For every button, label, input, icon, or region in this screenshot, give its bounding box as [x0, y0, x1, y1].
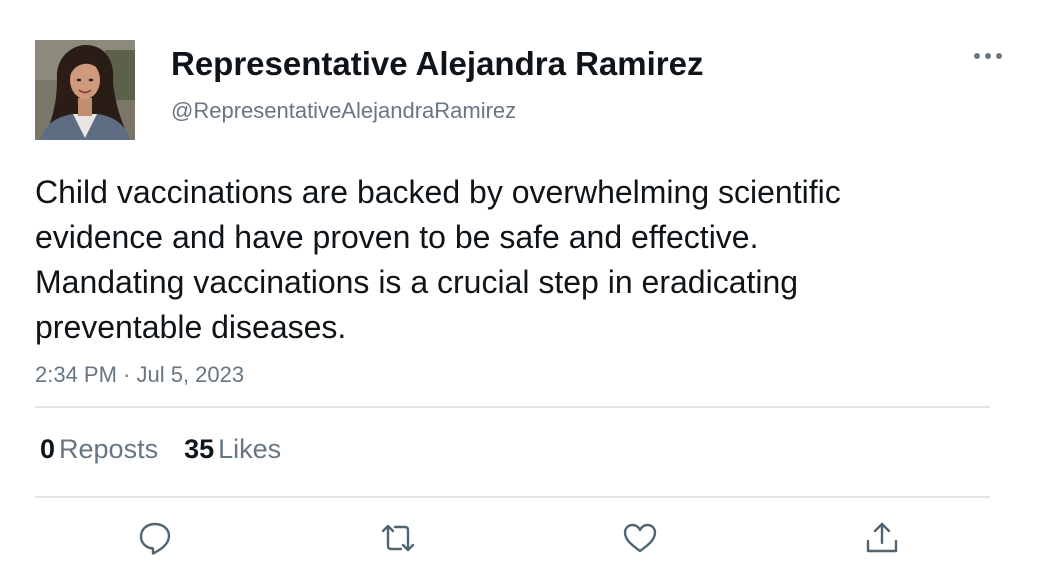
- reposts-stat[interactable]: 0 Reposts: [40, 432, 158, 466]
- user-handle[interactable]: @RepresentativeAlejandraRamirez: [171, 97, 516, 125]
- display-name[interactable]: Representative Alejandra Ramirez: [171, 44, 704, 84]
- reply-button[interactable]: [137, 520, 173, 556]
- avatar[interactable]: [35, 40, 135, 140]
- more-options-button[interactable]: [968, 44, 1008, 68]
- like-button[interactable]: [622, 520, 658, 556]
- reposts-count: 0: [40, 434, 56, 464]
- share-upload-icon: [866, 522, 898, 553]
- repost-button[interactable]: [380, 520, 416, 556]
- divider: [35, 406, 990, 408]
- reposts-label: Reposts: [59, 434, 159, 464]
- likes-count: 35: [184, 434, 215, 464]
- likes-label: Likes: [218, 434, 282, 464]
- ellipsis-icon: [974, 53, 1002, 59]
- tweet-text: Child vaccinations are backed by overwhe…: [35, 174, 841, 345]
- heart-icon: [623, 523, 657, 553]
- engagement-stats: 0 Reposts 35 Likes: [40, 432, 307, 466]
- divider: [35, 496, 990, 498]
- tweet-timestamp[interactable]: 2:34 PM · Jul 5, 2023: [35, 361, 244, 389]
- repost-arrows-icon: [381, 524, 415, 552]
- share-button[interactable]: [864, 520, 900, 556]
- likes-stat[interactable]: 35 Likes: [184, 432, 281, 466]
- profile-photo-icon: [35, 40, 135, 140]
- speech-bubble-icon: [139, 522, 171, 555]
